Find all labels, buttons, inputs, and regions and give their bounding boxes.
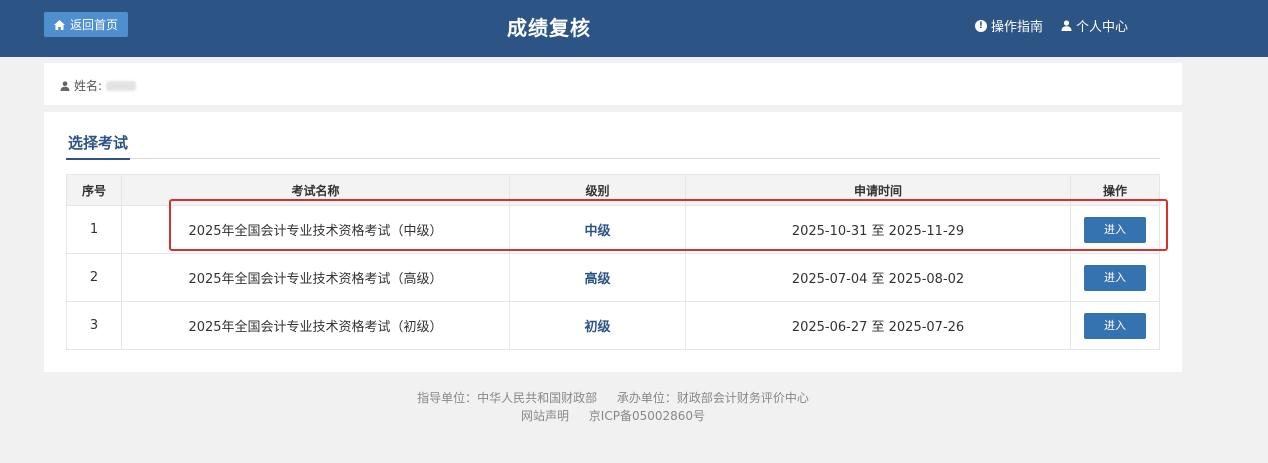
exam-name: 2025年全国会计专业技术资格考试（初级） <box>121 301 510 350</box>
host-unit: 承办单位：财政部会计财务评价中心 <box>616 391 809 405</box>
action-cell: 进入 <box>1070 205 1160 254</box>
action-cell: 进入 <box>1070 253 1160 302</box>
enter-button[interactable]: 进入 <box>1084 216 1146 243</box>
enter-button[interactable]: 进入 <box>1084 264 1146 291</box>
info-icon: ! <box>974 19 987 32</box>
profile-link[interactable]: 个人中心 <box>1061 16 1128 35</box>
col-name-header: 考试名称 <box>121 174 510 206</box>
col-action-header: 操作 <box>1070 174 1160 206</box>
exam-selection-card: 选择考试 序号 考试名称 级别 申请时间 操作 1 2025年全国会计专业技术资… <box>44 112 1182 372</box>
name-label: 姓名: <box>74 79 103 93</box>
section-header: 选择考试 <box>66 132 1160 160</box>
footer-line-2: 网站声明 京ICP备05002860号 <box>0 407 1226 425</box>
exam-level: 高级 <box>509 253 686 302</box>
row-index: 2 <box>66 253 122 302</box>
top-header: 返回首页 成绩复核 ! 操作指南 个人中心 <box>0 0 1268 57</box>
table-row: 3 2025年全国会计专业技术资格考试（初级） 初级 2025-06-27 至 … <box>66 301 1160 350</box>
section-title: 选择考试 <box>66 132 131 160</box>
action-cell: 进入 <box>1070 301 1160 350</box>
apply-period: 2025-10-31 至 2025-11-29 <box>685 205 1071 254</box>
user-icon <box>60 80 70 91</box>
table-row: 2 2025年全国会计专业技术资格考试（高级） 高级 2025-07-04 至 … <box>66 253 1160 302</box>
col-period-header: 申请时间 <box>685 174 1071 206</box>
guide-link[interactable]: ! 操作指南 <box>974 16 1043 35</box>
col-level-header: 级别 <box>509 174 686 206</box>
icp-link[interactable]: 京ICP备05002860号 <box>589 409 705 423</box>
user-icon <box>1061 20 1072 31</box>
user-name-line: 姓名: <box>60 77 137 94</box>
apply-period: 2025-06-27 至 2025-07-26 <box>685 301 1071 350</box>
site-statement-link[interactable]: 网站声明 <box>521 409 569 423</box>
footer: 指导单位：中华人民共和国财政部 承办单位：财政部会计财务评价中心 网站声明 京I… <box>0 389 1226 425</box>
user-info-card: 姓名: <box>44 63 1182 105</box>
row-index: 3 <box>66 301 122 350</box>
table-header-row: 序号 考试名称 级别 申请时间 操作 <box>66 174 1160 206</box>
exam-level: 中级 <box>509 205 686 254</box>
exam-name: 2025年全国会计专业技术资格考试（高级） <box>121 253 510 302</box>
page-title: 成绩复核 <box>507 16 591 40</box>
profile-link-label: 个人中心 <box>1075 20 1128 35</box>
exam-name: 2025年全国会计专业技术资格考试（中级） <box>121 205 510 254</box>
apply-period: 2025-07-04 至 2025-08-02 <box>685 253 1071 302</box>
table-row: 1 2025年全国会计专业技术资格考试（中级） 中级 2025-10-31 至 … <box>66 205 1160 254</box>
redacted-name <box>106 80 137 91</box>
guide-unit: 指导单位：中华人民共和国财政部 <box>417 391 598 405</box>
exam-table: 序号 考试名称 级别 申请时间 操作 1 2025年全国会计专业技术资格考试（中… <box>66 174 1160 350</box>
guide-link-label: 操作指南 <box>990 20 1043 35</box>
top-links: ! 操作指南 个人中心 <box>974 16 1128 35</box>
exam-level: 初级 <box>509 301 686 350</box>
row-index: 1 <box>66 205 122 254</box>
col-index-header: 序号 <box>66 174 122 206</box>
footer-line-1: 指导单位：中华人民共和国财政部 承办单位：财政部会计财务评价中心 <box>0 389 1226 407</box>
enter-button[interactable]: 进入 <box>1084 312 1146 339</box>
